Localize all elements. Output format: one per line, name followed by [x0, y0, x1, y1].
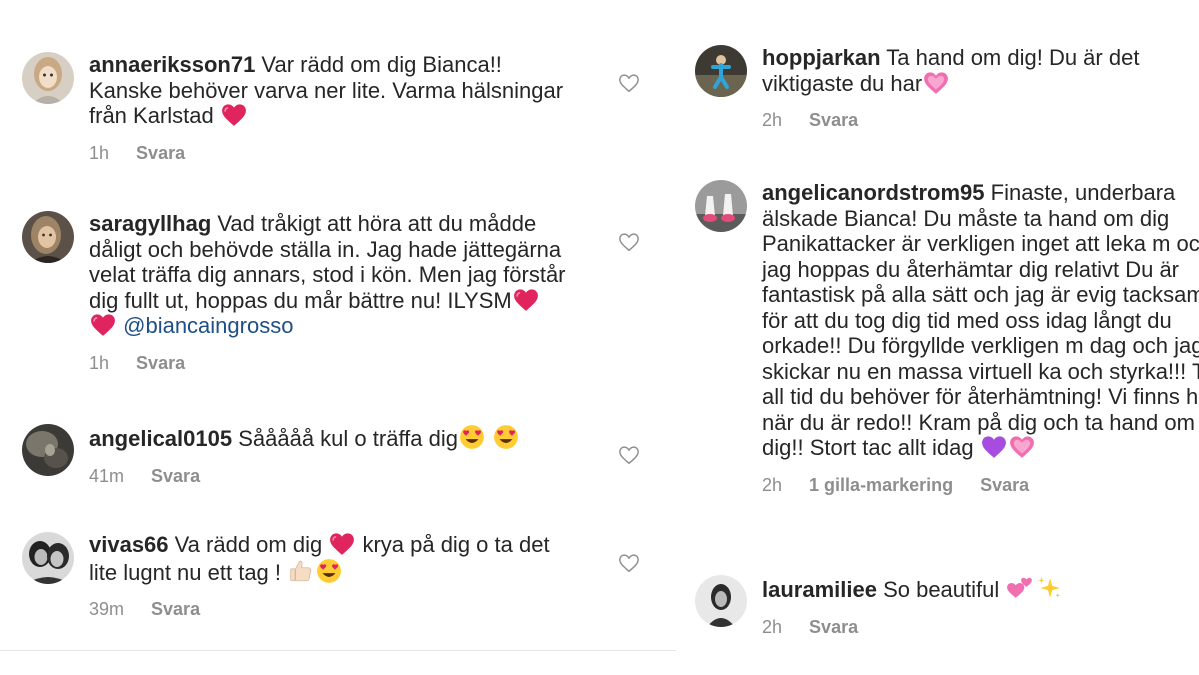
red-heart-emoji-icon — [513, 288, 539, 312]
two-hearts-emoji-icon — [1006, 575, 1034, 601]
avatar[interactable] — [695, 45, 747, 97]
comment-username[interactable]: lauramiliee — [762, 577, 877, 602]
like-heart-icon[interactable] — [618, 72, 640, 94]
avatar[interactable] — [22, 211, 74, 263]
comment-time: 2h — [762, 110, 783, 130]
heart-eyes-emoji-icon — [316, 558, 342, 584]
left-comments-panel: annaeriksson71 Var rädd om dig Bianca!! … — [0, 0, 676, 675]
comment-text: annaeriksson71 Var rädd om dig Bianca!! … — [89, 52, 564, 128]
avatar[interactable] — [695, 180, 747, 232]
comment-meta: 1h Svara — [89, 353, 569, 374]
comment-username[interactable]: hoppjarkan — [762, 45, 881, 70]
comment-meta: 2h 1 gilla-markering Svara — [762, 475, 1199, 496]
comment-time: 1h — [89, 142, 110, 163]
like-heart-icon[interactable] — [618, 231, 640, 253]
divider — [0, 650, 676, 651]
comment-username[interactable]: angelicanordstrom95 — [762, 180, 985, 205]
comment-time: 1h — [89, 352, 110, 373]
red-heart-emoji-icon — [221, 103, 247, 127]
comment-text: angelicanordstrom95 Finaste, underbara ä… — [762, 180, 1199, 460]
reply-button[interactable]: Svara — [151, 466, 200, 487]
comment-text: hoppjarkan Ta hand om dig! Du är det vik… — [762, 45, 1140, 96]
comment-meta: 1h Svara — [89, 143, 569, 164]
likes-count-button[interactable]: 1 gilla-markering — [809, 475, 953, 496]
comment-meta: 2h Svara — [762, 110, 1192, 131]
comment-meta: 2h Svara — [762, 617, 1192, 638]
comment-username[interactable]: annaeriksson71 — [89, 52, 255, 77]
sparkling-pink-heart-emoji-icon — [1009, 435, 1035, 459]
comment-text: saragyllhag Vad tråkigt att höra att du … — [89, 211, 566, 338]
heart-eyes-emoji-icon — [493, 424, 519, 450]
like-heart-icon[interactable] — [618, 552, 640, 574]
comment-username[interactable]: saragyllhag — [89, 211, 211, 236]
reply-button[interactable]: Svara — [809, 110, 858, 131]
purple-heart-emoji-icon — [981, 435, 1007, 459]
avatar[interactable] — [22, 532, 74, 584]
like-heart-icon[interactable] — [618, 444, 640, 466]
comment-meta: 39m Svara — [89, 599, 569, 620]
sparkling-pink-heart-emoji-icon — [923, 71, 949, 95]
comment-time: 2h — [762, 474, 783, 495]
comment-time: 41m — [89, 465, 125, 486]
comment-text: lauramiliee So beautiful — [762, 575, 1192, 603]
red-heart-emoji-icon — [90, 313, 116, 337]
right-comments-panel: hoppjarkan Ta hand om dig! Du är det vik… — [676, 0, 1199, 675]
heart-eyes-emoji-icon — [459, 424, 485, 450]
sparkles-emoji-icon — [1036, 575, 1062, 601]
avatar[interactable] — [22, 52, 74, 104]
comment-text: angelical0105 Sååååå kul o träffa dig — [89, 424, 569, 452]
comment-meta: 41m Svara — [89, 466, 569, 487]
comment-time: 2h — [762, 616, 783, 637]
comment-username[interactable]: vivas66 — [89, 532, 169, 557]
comment-time: 39m — [89, 599, 125, 619]
avatar[interactable] — [22, 424, 74, 476]
reply-button[interactable]: Svara — [809, 617, 858, 638]
comment-text: vivas66 Va rädd om dig krya på dig o ta … — [89, 532, 550, 585]
reply-button[interactable]: Svara — [980, 475, 1029, 496]
reply-button[interactable]: Svara — [151, 599, 200, 620]
mention-link[interactable]: @biancaingrosso — [123, 313, 293, 338]
reply-button[interactable]: Svara — [136, 143, 185, 164]
reply-button[interactable]: Svara — [136, 353, 185, 374]
red-heart-emoji-icon — [329, 532, 355, 556]
avatar[interactable] — [695, 575, 747, 627]
comment-username[interactable]: angelical0105 — [89, 426, 232, 451]
thumbs-up-emoji-icon — [288, 558, 314, 584]
